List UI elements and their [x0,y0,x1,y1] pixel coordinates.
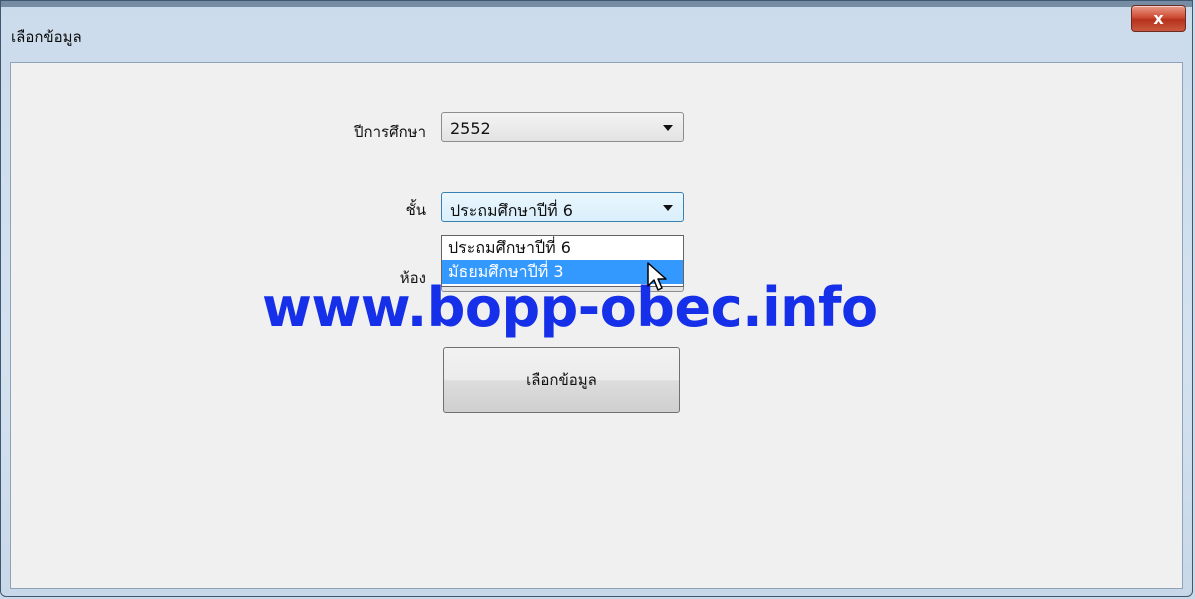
select-data-button[interactable]: เลือกข้อมูล [443,347,680,413]
mouse-cursor-icon [647,262,667,291]
chevron-down-icon[interactable] [663,205,673,211]
class-label: ชั้น [405,201,426,219]
chevron-down-icon[interactable] [663,125,673,131]
close-button[interactable]: x [1131,5,1186,32]
watermark-text: www.bopp-obec.info [262,276,878,339]
list-item[interactable]: ประถมศึกษาปีที่ 6 [442,236,683,260]
window-title: เลือกข้อมูล [11,28,82,46]
year-label: ปีการศึกษา [354,123,426,141]
class-select[interactable]: ประถมศึกษาปีที่ 6 [441,192,684,222]
year-select[interactable]: 2552 [441,112,684,142]
year-select-value: 2552 [450,119,491,138]
class-select-value: ประถมศึกษาปีที่ 6 [450,201,573,220]
